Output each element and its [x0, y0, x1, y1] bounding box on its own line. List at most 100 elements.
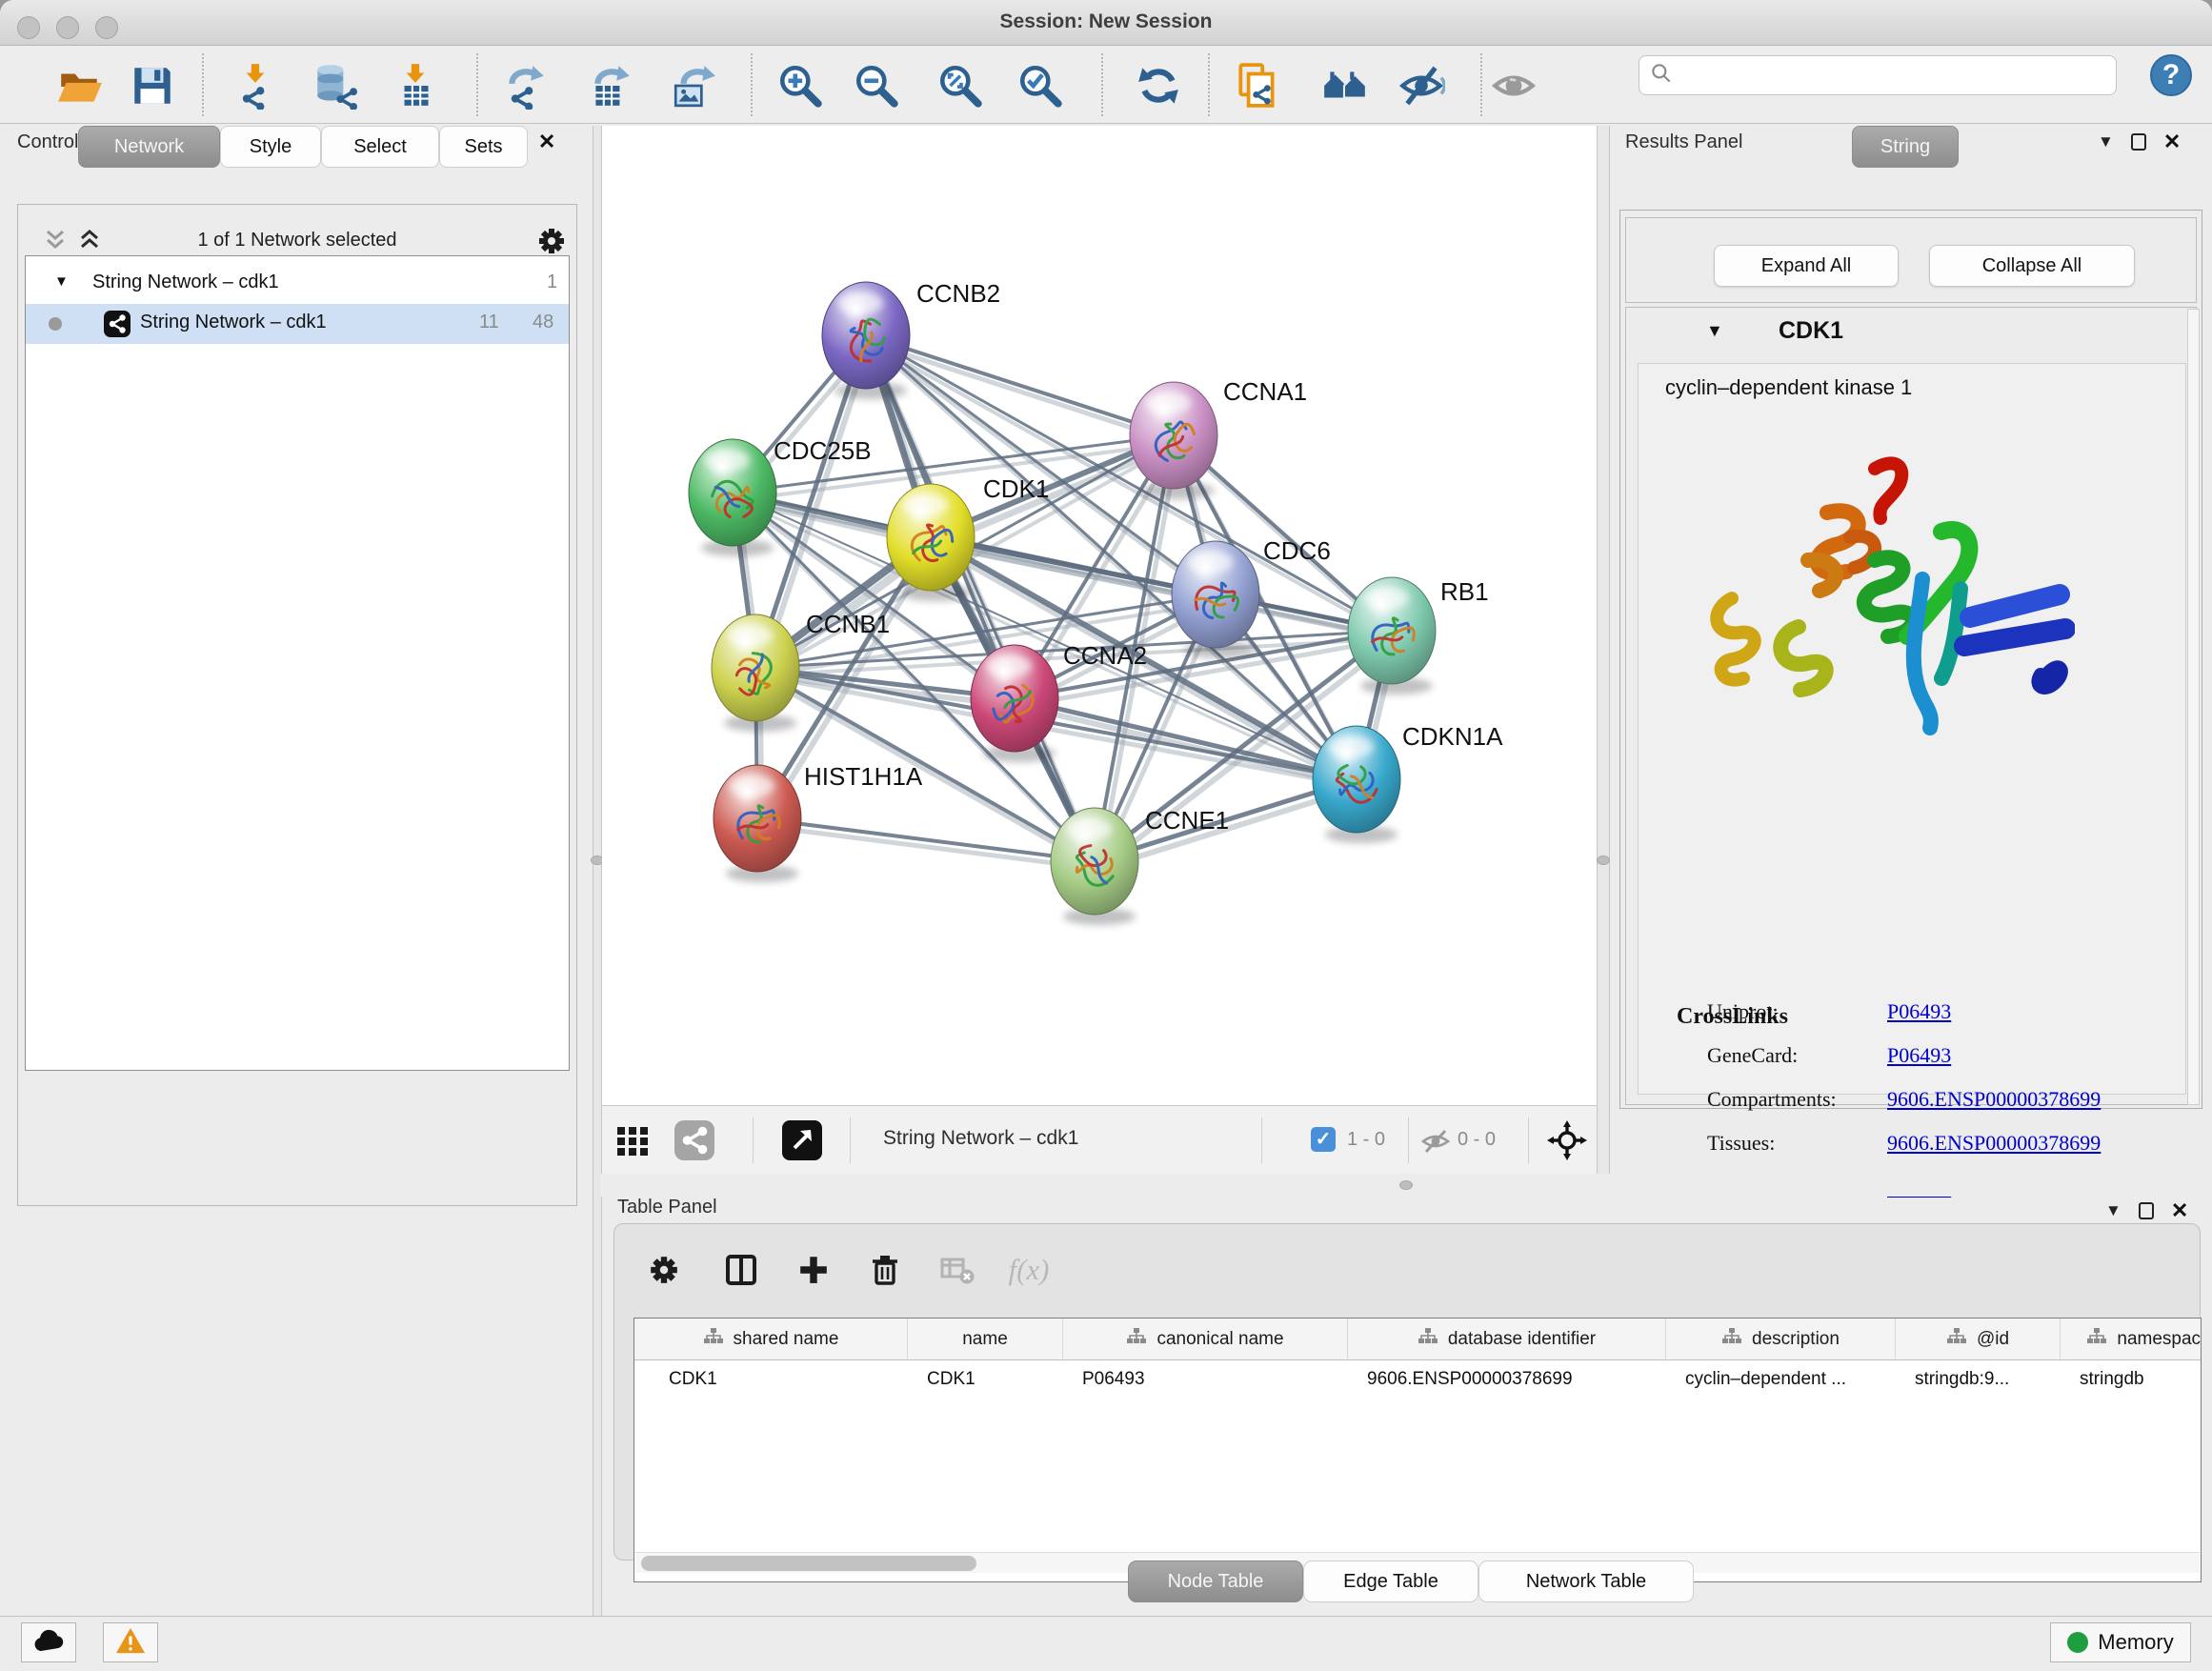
crosslink-link[interactable]: 9606.ENSP00000378699	[1887, 1087, 2101, 1112]
show-eye-icon[interactable]	[1487, 59, 1540, 112]
node-table[interactable]: shared namenamecanonical namedatabase id…	[633, 1318, 2202, 1582]
crosslink-link[interactable]: 9606.ENSP00000378699	[1887, 1131, 2101, 1156]
network-overview-icon[interactable]	[1318, 59, 1372, 112]
column-header-name[interactable]: name	[908, 1319, 1063, 1359]
export-network-icon[interactable]	[499, 59, 553, 112]
node-CCNA1[interactable]	[1130, 382, 1217, 489]
network-view-toolbar: String Network – cdk1 ✓ 1 - 0 0 - 0	[602, 1105, 1597, 1174]
table-header-row: shared namenamecanonical namedatabase id…	[634, 1319, 2201, 1360]
search-box[interactable]	[1639, 55, 2117, 95]
add-column-icon[interactable]	[787, 1243, 840, 1297]
network-badge-icon[interactable]	[674, 1120, 714, 1165]
crosslink-label: Uniprot:	[1707, 999, 1779, 1024]
search-input[interactable]	[1674, 64, 2093, 87]
column-header-shared-name[interactable]: shared name	[634, 1319, 908, 1359]
panel-close-icon[interactable]: ✕	[2163, 130, 2181, 154]
help-button[interactable]: ?	[2150, 54, 2192, 96]
crosslink-link[interactable]: P06493	[1887, 999, 1951, 1024]
show-columns-icon[interactable]	[714, 1243, 768, 1297]
network-view[interactable]: CCNB2 CCNA1 CDC25B CDK1 CDC6 RB1 CCNB1	[602, 126, 1597, 1105]
tab-node-table[interactable]: Node Table	[1128, 1560, 1303, 1602]
node-label-CCNB1: CCNB1	[806, 610, 890, 638]
delete-column-icon[interactable]	[858, 1243, 912, 1297]
tree-expander-icon[interactable]: ▼	[54, 273, 69, 290]
open-in-window-icon[interactable]	[782, 1120, 822, 1165]
zoom-out-icon[interactable]	[850, 59, 903, 112]
bottom-splitter[interactable]	[600, 1174, 2212, 1197]
memory-label: Memory	[2098, 1630, 2173, 1655]
node-CCNB1[interactable]	[712, 614, 799, 721]
tab-network-table[interactable]: Network Table	[1478, 1560, 1694, 1602]
column-type-icon	[1946, 1327, 1967, 1352]
import-database-icon[interactable]	[309, 59, 362, 112]
zoom-in-icon[interactable]	[774, 59, 827, 112]
node-CDC25B[interactable]	[689, 439, 776, 546]
node-CCNE1[interactable]	[1051, 808, 1138, 915]
main-toolbar: ?	[0, 46, 2212, 124]
panel-menu-icon[interactable]: ▼	[2105, 1201, 2122, 1220]
zoom-selected-icon[interactable]	[1014, 59, 1067, 112]
duplicate-network-icon[interactable]	[1231, 59, 1284, 112]
node-CDK1[interactable]	[887, 484, 975, 591]
selected-checkbox-icon[interactable]: ✓	[1311, 1127, 1336, 1152]
tab-select[interactable]: Select	[321, 126, 439, 168]
node-HIST1H1A[interactable]	[714, 765, 801, 872]
panel-float-icon[interactable]	[2131, 133, 2146, 151]
zoom-fit-icon[interactable]	[934, 59, 987, 112]
panel-float-icon[interactable]	[2139, 1202, 2154, 1219]
node-label-CDC25B: CDC25B	[774, 436, 872, 465]
node-CDKN1A[interactable]	[1313, 726, 1400, 833]
export-image-icon[interactable]	[667, 59, 720, 112]
fit-content-crosshair-icon[interactable]	[1547, 1120, 1587, 1165]
node-CDC6[interactable]	[1172, 541, 1259, 648]
open-session-folder-icon[interactable]	[53, 59, 107, 112]
network-selection-status: 1 of 1 Network selected	[18, 230, 576, 252]
column-header-canonical-name[interactable]: canonical name	[1063, 1319, 1348, 1359]
cloud-button[interactable]	[21, 1622, 76, 1662]
column-header-database-identifier[interactable]: database identifier	[1348, 1319, 1666, 1359]
table-panel: Table Panel ▼ ✕ f(x) shared	[600, 1197, 2212, 1616]
panel-menu-icon[interactable]: ▼	[2098, 132, 2114, 151]
table-settings-gear-icon[interactable]	[637, 1243, 691, 1297]
gene-description: cyclin–dependent kinase 1	[1665, 375, 1912, 400]
birdseye-grid-icon[interactable]	[615, 1123, 650, 1162]
node-RB1[interactable]	[1348, 577, 1436, 684]
table-hscroll-thumb[interactable]	[641, 1556, 976, 1571]
expand-all-button[interactable]: Expand All	[1714, 245, 1899, 287]
toolbar-separator	[1101, 53, 1103, 116]
node-label-RB1: RB1	[1440, 577, 1489, 606]
column-header-@id[interactable]: @id	[1896, 1319, 2061, 1359]
tab-style[interactable]: Style	[220, 126, 321, 168]
table-row[interactable]: CDK1CDK1P064939606.ENSP00000378699cyclin…	[634, 1360, 2201, 1399]
results-scrollbar[interactable]	[2187, 309, 2200, 1105]
tab-network[interactable]: Network	[78, 126, 220, 168]
hidden-eye-icon[interactable]	[1419, 1125, 1452, 1162]
export-table-icon[interactable]	[583, 59, 636, 112]
panel-close-icon[interactable]: ✕	[2171, 1198, 2188, 1223]
node-CCNB2[interactable]	[822, 282, 910, 389]
tab-sets[interactable]: Sets	[439, 126, 528, 168]
node-label-CCNA2: CCNA2	[1063, 641, 1147, 670]
tree-row-collection[interactable]: ▼ String Network – cdk1 1	[26, 264, 569, 304]
tree-row-network[interactable]: String Network – cdk1 11 48	[26, 304, 569, 344]
refresh-icon[interactable]	[1132, 59, 1185, 112]
right-splitter[interactable]	[1597, 126, 1610, 1174]
collapse-all-button[interactable]: Collapse All	[1929, 245, 2135, 287]
section-collapse-icon[interactable]: ▼	[1706, 321, 1723, 341]
panel-close-icon[interactable]: ✕	[538, 130, 555, 154]
tab-string[interactable]: String	[1852, 126, 1959, 168]
import-table-icon[interactable]	[389, 59, 442, 112]
node-CCNA2[interactable]	[971, 645, 1058, 752]
crosslink-link[interactable]: P06493	[1887, 1043, 1951, 1068]
network-graph[interactable]: CCNB2 CCNA1 CDC25B CDK1 CDC6 RB1 CCNB1	[602, 126, 1597, 1105]
column-header-namespace[interactable]: namespace	[2061, 1319, 2202, 1359]
hide-eye-icon[interactable]	[1395, 59, 1448, 112]
warnings-button[interactable]	[103, 1622, 158, 1662]
save-session-icon[interactable]	[126, 59, 179, 112]
crosslink-row: Compartments: 9606.ENSP00000378699	[1626, 1087, 2196, 1131]
import-network-icon[interactable]	[229, 59, 282, 112]
control-panel: Control Panel ▼ ✕ Network Style Select S…	[8, 126, 593, 1616]
column-header-description[interactable]: description	[1666, 1319, 1896, 1359]
tab-edge-table[interactable]: Edge Table	[1303, 1560, 1478, 1602]
memory-button[interactable]: Memory	[2050, 1622, 2191, 1662]
